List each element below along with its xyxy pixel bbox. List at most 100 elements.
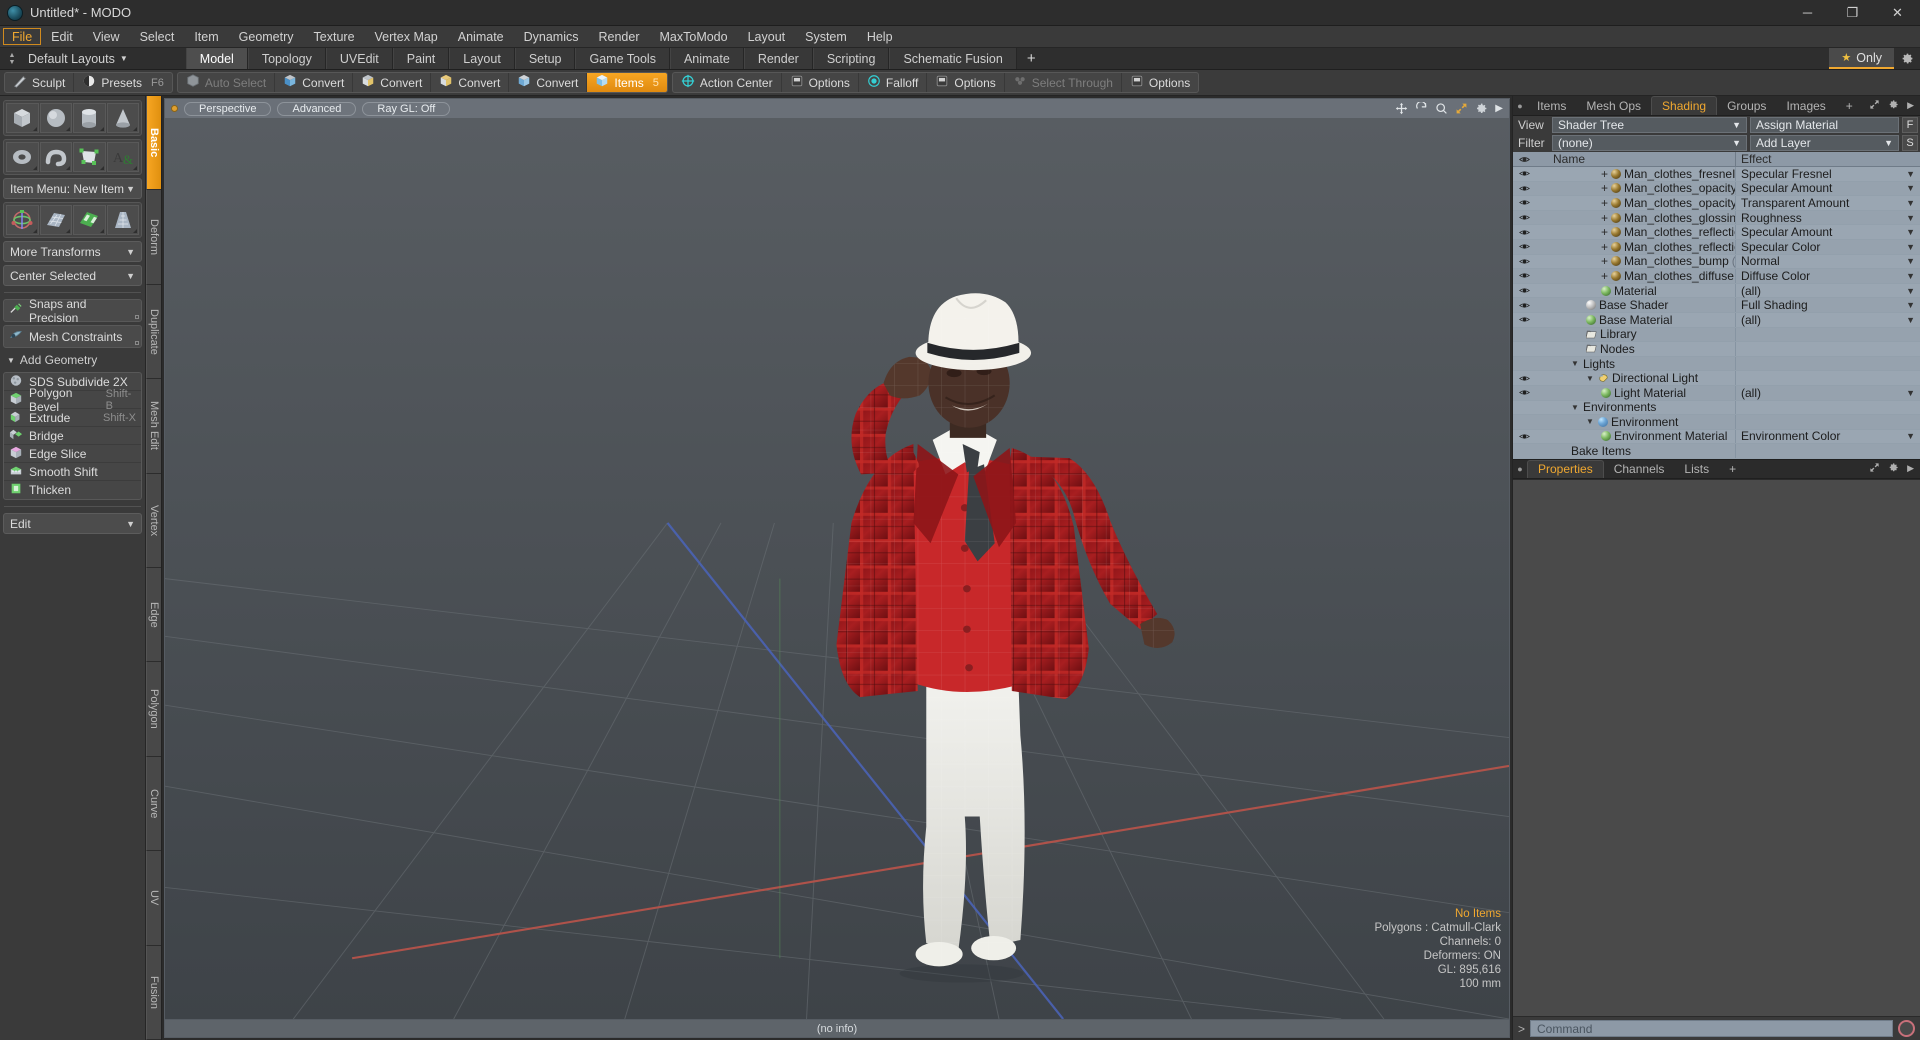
tab-items[interactable]: Items bbox=[1527, 96, 1576, 115]
shader-tree-row[interactable]: Material (all) ▼ bbox=[1513, 284, 1920, 299]
shader-tree-row[interactable]: Base Shader Full Shading ▼ bbox=[1513, 298, 1920, 313]
gear-icon[interactable] bbox=[1475, 102, 1488, 115]
gear-icon[interactable] bbox=[1888, 461, 1899, 476]
layout-tab-game-tools[interactable]: Game Tools bbox=[575, 48, 670, 69]
default-layouts-dropdown[interactable]: Default Layouts ▼ bbox=[20, 52, 136, 66]
toolbar-button-select-through-4[interactable]: Select Through bbox=[1005, 73, 1122, 92]
menu-item-geometry[interactable]: Geometry bbox=[229, 26, 304, 47]
visibility-eye-icon[interactable] bbox=[1513, 286, 1535, 295]
shader-tree-row-effect-cell[interactable]: Specular Fresnel ▼ bbox=[1735, 167, 1920, 181]
cube-icon[interactable] bbox=[6, 103, 39, 133]
viewport-mode-button[interactable]: Perspective bbox=[184, 101, 272, 116]
toolbar-button-presets-1[interactable]: Presets F6 bbox=[74, 73, 172, 92]
shader-tree[interactable]: +Man_clothes_fresneI(Image)Specular Fres… bbox=[1513, 167, 1920, 459]
expand-plus-icon[interactable]: + bbox=[1601, 225, 1608, 239]
visibility-eye-icon[interactable] bbox=[1513, 301, 1535, 310]
tab-properties[interactable]: Properties bbox=[1527, 459, 1604, 478]
rotate-icon[interactable] bbox=[1415, 102, 1428, 115]
expand-plus-icon[interactable]: + bbox=[1601, 167, 1608, 181]
menu-item-help[interactable]: Help bbox=[857, 26, 903, 47]
tab-images[interactable]: Images bbox=[1776, 96, 1835, 115]
shader-tree-row[interactable]: Bake Items bbox=[1513, 444, 1920, 459]
layout-tab-scripting[interactable]: Scripting bbox=[812, 48, 890, 69]
visibility-eye-icon[interactable] bbox=[1513, 374, 1535, 383]
text-icon[interactable]: A & bbox=[106, 142, 139, 172]
toolbar-button-options-1[interactable]: Options bbox=[782, 73, 859, 92]
toolbar-button-falloff-2[interactable]: Falloff bbox=[859, 73, 928, 92]
expand-plus-icon[interactable]: + bbox=[1601, 211, 1608, 225]
shader-tree-row-effect-cell[interactable]: Specular Amount ▼ bbox=[1735, 225, 1920, 239]
menu-item-render[interactable]: Render bbox=[589, 26, 650, 47]
close-button[interactable]: ✕ bbox=[1875, 0, 1920, 26]
center-selected-dropdown[interactable]: Center Selected ▼ bbox=[3, 265, 142, 286]
toolbox-tab-basic[interactable]: Basic bbox=[146, 96, 161, 191]
layout-tab-setup[interactable]: Setup bbox=[514, 48, 576, 69]
toolbox-tab-deform[interactable]: Deform bbox=[146, 190, 161, 285]
mesh-constraints-button[interactable]: Mesh Constraints bbox=[3, 325, 142, 348]
move-icon[interactable] bbox=[1395, 102, 1408, 115]
tab-shading[interactable]: Shading bbox=[1651, 96, 1718, 115]
toolbar-button-convert-1[interactable]: Convert bbox=[275, 73, 354, 92]
arrow-right-icon[interactable]: ▶ bbox=[1495, 103, 1503, 114]
arrow-right-icon[interactable]: ▶ bbox=[1907, 100, 1914, 111]
shader-tree-row-effect-cell[interactable]: (all) ▼ bbox=[1735, 386, 1920, 400]
shader-tree-row[interactable]: +Man_clothes_opacity(Image)Transparent A… bbox=[1513, 196, 1920, 211]
menu-item-system[interactable]: System bbox=[795, 26, 857, 47]
shader-tree-row[interactable]: Light Material (all) ▼ bbox=[1513, 386, 1920, 401]
record-icon[interactable] bbox=[1898, 1020, 1915, 1037]
layout-scroll-arrows[interactable]: ▲ ▼ bbox=[4, 52, 20, 66]
toolbox-tab-fusion[interactable]: Fusion bbox=[146, 945, 161, 1040]
expand-plus-icon[interactable]: + bbox=[1601, 269, 1608, 283]
toolbox-tab-duplicate[interactable]: Duplicate bbox=[146, 284, 161, 380]
maximize-button[interactable]: ❐ bbox=[1830, 0, 1875, 26]
shader-tree-row-effect-cell[interactable]: Specular Amount ▼ bbox=[1735, 181, 1920, 195]
shader-tree-row-effect-cell[interactable]: Full Shading ▼ bbox=[1735, 298, 1920, 312]
toolbox-tab-vertex[interactable]: Vertex bbox=[146, 473, 161, 569]
gear-icon[interactable] bbox=[1894, 48, 1920, 69]
expand-icon[interactable] bbox=[1869, 98, 1880, 113]
assign-material-button[interactable]: F bbox=[1902, 117, 1918, 133]
toolbar-button-items-5[interactable]: Items 5 bbox=[587, 73, 667, 92]
layout-tab-render[interactable]: Render bbox=[743, 48, 813, 69]
cylinder-icon[interactable] bbox=[73, 103, 106, 133]
toolbox-tab-mesh-edit[interactable]: Mesh Edit bbox=[146, 379, 161, 474]
expand-triangle-icon[interactable]: ▼ bbox=[1571, 359, 1580, 368]
shader-tree-row[interactable]: Library bbox=[1513, 327, 1920, 343]
minimize-button[interactable]: ─ bbox=[1785, 0, 1830, 26]
layout-tab-model[interactable]: Model bbox=[185, 48, 248, 69]
panel-menu-dot[interactable]: ● bbox=[1513, 96, 1527, 115]
add-layer-button[interactable]: S bbox=[1902, 135, 1918, 151]
shader-tree-row-effect-cell[interactable]: (all) ▼ bbox=[1735, 284, 1920, 298]
add-properties-tab-button[interactable]: + bbox=[1719, 460, 1746, 478]
visibility-eye-icon[interactable] bbox=[1513, 228, 1535, 237]
gear-icon[interactable] bbox=[1888, 98, 1899, 113]
shader-tree-row[interactable]: Nodes bbox=[1513, 342, 1920, 357]
only-toggle-button[interactable]: ★ Only bbox=[1829, 48, 1894, 69]
viewport-menu-dot[interactable] bbox=[171, 105, 178, 112]
toolbar-button-convert-2[interactable]: Convert bbox=[353, 73, 432, 92]
toolbar-button-sculpt-0[interactable]: Sculpt bbox=[5, 73, 75, 92]
grid-deform-icon[interactable] bbox=[39, 205, 72, 235]
expand-icon[interactable] bbox=[1869, 461, 1880, 476]
menu-item-texture[interactable]: Texture bbox=[304, 26, 365, 47]
add-layout-tab-button[interactable]: + bbox=[1017, 48, 1046, 69]
view-dropdown[interactable]: Shader Tree ▼ bbox=[1552, 117, 1747, 133]
shader-tree-row[interactable]: +Man_clothes_reflection(Image)(2)Specula… bbox=[1513, 225, 1920, 240]
shader-tree-row[interactable]: ▼ Lights bbox=[1513, 357, 1920, 372]
sphere-icon[interactable] bbox=[39, 103, 72, 133]
shader-tree-row-effect-cell[interactable]: Transparent Amount ▼ bbox=[1735, 196, 1920, 210]
tab-mesh-ops[interactable]: Mesh Ops bbox=[1576, 96, 1651, 115]
snaps-and-precision-button[interactable]: Snaps and Precision bbox=[3, 297, 142, 325]
arrow-right-icon[interactable]: ▶ bbox=[1907, 463, 1914, 474]
visibility-eye-icon[interactable] bbox=[1513, 315, 1535, 324]
visibility-eye-icon[interactable] bbox=[1513, 198, 1535, 207]
tab-channels[interactable]: Channels bbox=[1604, 460, 1675, 478]
shader-tree-row[interactable]: ▼ Environment bbox=[1513, 415, 1920, 430]
shader-tree-row-effect-cell[interactable]: Diffuse Color ▼ bbox=[1735, 269, 1920, 283]
shader-tree-row[interactable]: +Man_clothes_reflection(Image)Specular C… bbox=[1513, 240, 1920, 255]
filter-dropdown[interactable]: (none) ▼ bbox=[1552, 135, 1747, 151]
toolbar-button-convert-4[interactable]: Convert bbox=[509, 73, 588, 92]
expand-plus-icon[interactable]: + bbox=[1601, 254, 1608, 268]
shader-tree-row[interactable]: +Man_clothes_fresneI(Image)Specular Fres… bbox=[1513, 167, 1920, 182]
toolbar-button-options-3[interactable]: Options bbox=[927, 73, 1005, 92]
